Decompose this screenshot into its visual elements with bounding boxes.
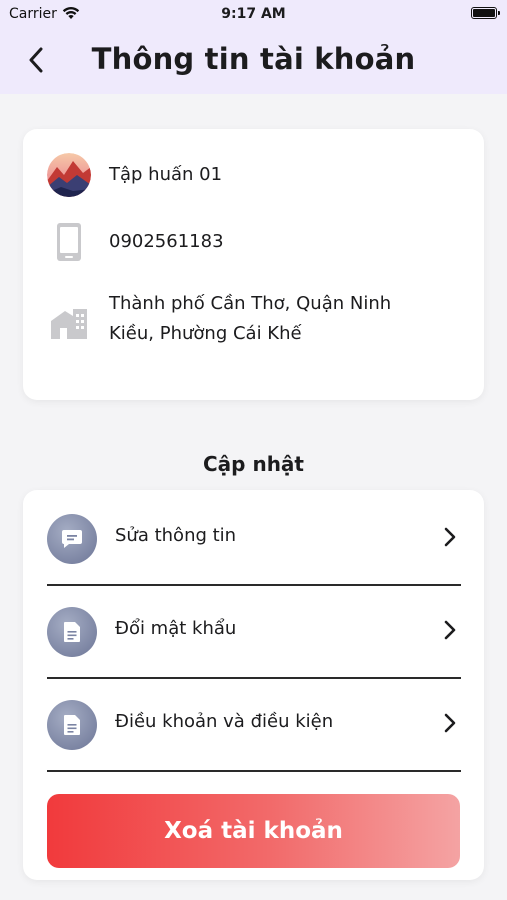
clock: 9:17 AM	[221, 6, 286, 22]
account-name: Tập huấn 01	[109, 164, 223, 185]
account-address-line2: Kiều, Phường Cái Khế	[109, 323, 302, 344]
menu-item-edit-info[interactable]: Sửa thông tin	[23, 490, 484, 583]
menu-item-terms[interactable]: Điều khoản và điều kiện	[23, 676, 484, 769]
document-icon	[47, 607, 97, 657]
chevron-right-icon	[444, 620, 456, 640]
account-phone-row: 0902561183	[23, 220, 484, 264]
chat-icon	[47, 514, 97, 564]
header-bar: Carrier 9:17 AM Thông tin tài khoản	[0, 0, 507, 94]
delete-account-button[interactable]: Xoá tài khoản	[47, 794, 460, 868]
menu-item-label: Điều khoản và điều kiện	[115, 711, 334, 732]
divider	[47, 770, 461, 772]
update-section-title: Cập nhật	[203, 452, 304, 476]
account-name-row: Tập huấn 01	[23, 153, 484, 197]
phone-icon	[47, 220, 91, 264]
document-icon	[47, 700, 97, 750]
chevron-right-icon	[444, 527, 456, 547]
chevron-right-icon	[444, 713, 456, 733]
avatar	[47, 153, 91, 197]
page-title: Thông tin tài khoản	[91, 42, 416, 76]
account-address-line1: Thành phố Cần Thơ, Quận Ninh	[109, 293, 392, 314]
status-bar: Carrier 9:17 AM	[0, 0, 507, 28]
account-phone: 0902561183	[109, 231, 224, 252]
menu-item-label: Sửa thông tin	[115, 525, 237, 546]
battery-icon	[471, 7, 500, 19]
account-address-row: Thành phố Cần Thơ, Quận Ninh Kiều, Phườn…	[23, 289, 484, 359]
menu-item-change-password[interactable]: Đổi mật khẩu	[23, 583, 484, 676]
menu-item-label: Đổi mật khẩu	[115, 618, 237, 639]
building-icon	[47, 302, 91, 346]
account-info-card: Tập huấn 01 0902561183 Thành phố Cần Thơ…	[23, 129, 484, 400]
